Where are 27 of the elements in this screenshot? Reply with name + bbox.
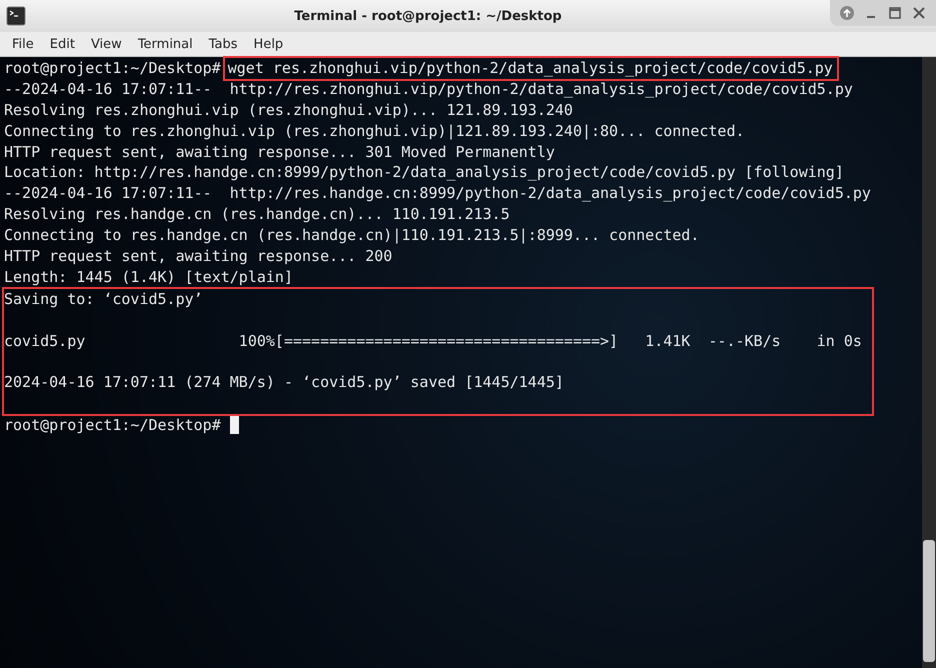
output-line: Resolving res.zhonghui.vip (res.zhonghui.vip)... 121.89.193.240 bbox=[4, 100, 573, 121]
output-line: Length: 1445 (1.4K) [text/plain] bbox=[4, 266, 293, 288]
menu-item[interactable]: View bbox=[82, 34, 130, 54]
terminal-icon bbox=[6, 6, 26, 26]
scrollbar-thumb[interactable] bbox=[923, 540, 935, 662]
output-line: covid5.py 100%[===================================>] 1.41K --.-KB/s in 0s bbox=[4, 330, 862, 352]
output-line: Saving to: ‘covid5.py’ bbox=[4, 288, 203, 310]
output-line: 2024-04-16 17:07:11 (274 MB/s) - ‘covid5.py’ saved [1445/1445] bbox=[4, 372, 564, 394]
command-text: wget res.zhonghui.vip/python-2/data_analysis_project/code/covid5.py bbox=[224, 58, 837, 79]
prompt: root@project1:~/Desktop# bbox=[4, 415, 221, 436]
scrollbar[interactable] bbox=[922, 57, 936, 668]
output-line: Location: http://res.handge.cn:8999/python-2/data_analysis_project/code/covid5.py [following] bbox=[4, 162, 844, 184]
output-line: --2024-04-16 17:07:11-- http://res.zhonghui.vip/python-2/data_analysis_project/code/covid5.py bbox=[4, 78, 853, 100]
output-line: --2024-04-16 17:07:11-- http://res.handge.cn:8999/python-2/data_analysis_project/code/covid5.py bbox=[4, 183, 871, 204]
menu-item[interactable]: Edit bbox=[42, 34, 83, 54]
text-cursor bbox=[230, 416, 239, 434]
output-line: Connecting to res.zhonghui.vip (res.zhonghui.vip)|121.89.193.240|:80... connected. bbox=[4, 120, 745, 142]
menu-item[interactable]: Terminal bbox=[130, 34, 201, 54]
output-line: Resolving res.handge.cn (res.handge.cn)... 110.191.213.5 bbox=[4, 204, 510, 226]
window-title: Terminal - root@project1: ~/Desktop bbox=[293, 8, 563, 24]
output-line: HTTP request sent, awaiting response... 301 Moved Permanently bbox=[4, 142, 555, 162]
output-line: Connecting to res.handge.cn (res.handge.cn)|110.191.213.5|:8999... connected. bbox=[4, 225, 700, 246]
menu-item[interactable]: Tabs bbox=[200, 34, 246, 54]
menu-item[interactable]: Help bbox=[246, 34, 292, 54]
menu-item[interactable]: File bbox=[4, 34, 42, 54]
output-line: HTTP request sent, awaiting response... 200 bbox=[4, 246, 392, 267]
prompt: root@project1:~/Desktop# bbox=[4, 58, 221, 79]
